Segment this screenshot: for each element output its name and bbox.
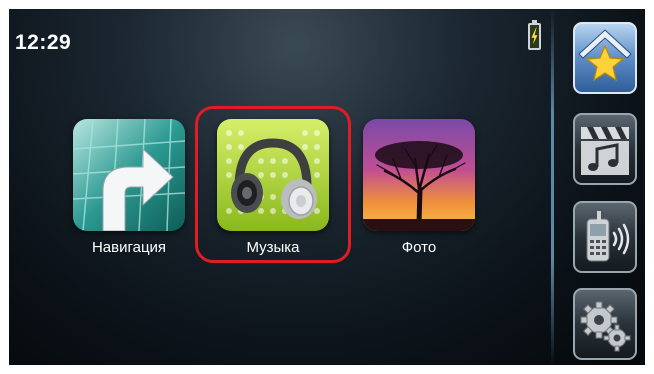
- sidebar: [551, 9, 645, 365]
- phone-icon: [586, 211, 630, 262]
- video-music-icon: [581, 127, 629, 175]
- app-navigation[interactable]: Навигация: [73, 119, 185, 256]
- home-favorites-button[interactable]: [573, 22, 637, 94]
- tree-sunset-photo-icon: [363, 119, 475, 231]
- app-label-navigation: Навигация: [91, 239, 167, 256]
- device-screen: 12:29 Навигация Музыка Фото: [9, 9, 645, 365]
- clock: 12:29: [15, 31, 72, 54]
- settings-button[interactable]: [573, 288, 637, 360]
- sidebar-divider: [551, 9, 554, 365]
- battery-charging-icon: [528, 20, 541, 50]
- home-star-icon: [578, 29, 632, 82]
- app-label-photo: Фото: [401, 239, 437, 256]
- media-button[interactable]: [573, 113, 637, 185]
- navigation-arrow-icon: [73, 119, 185, 231]
- selection-highlight: [195, 106, 351, 263]
- app-photo[interactable]: Фото: [363, 119, 475, 256]
- settings-gears-icon: [580, 301, 631, 352]
- phone-button[interactable]: [573, 201, 637, 273]
